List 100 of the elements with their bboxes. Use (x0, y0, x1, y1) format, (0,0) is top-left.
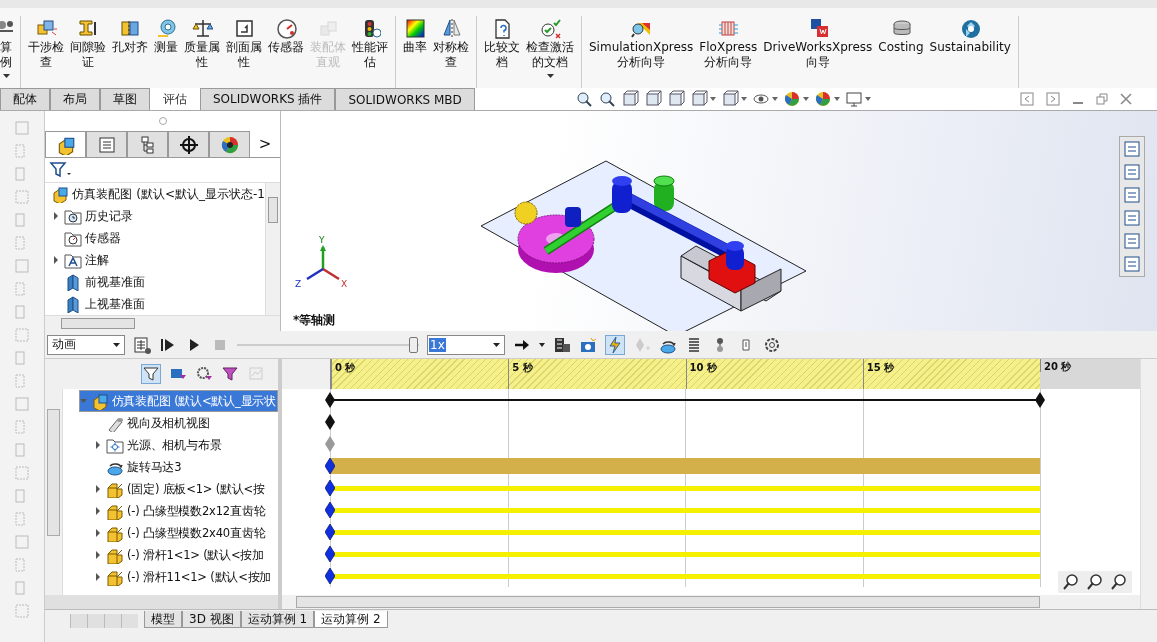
motion-tree-item[interactable]: (-) 滑杆1<1> (默认<按加 (63, 544, 278, 566)
folder-clock-icon (64, 207, 82, 225)
display-cube-icon[interactable] (720, 90, 739, 108)
calculator-icon[interactable] (133, 335, 151, 354)
close-icon[interactable] (1120, 93, 1132, 105)
keyframe-diamond[interactable] (325, 392, 335, 408)
ribbon-tab[interactable]: 草图 (100, 88, 150, 110)
keyframe-diamond[interactable] (325, 502, 335, 518)
horizontal-scrollbar[interactable] (45, 595, 278, 609)
monitor-icon[interactable] (844, 90, 863, 108)
part-icon (106, 568, 124, 586)
expand-arrow-icon[interactable] (52, 256, 60, 264)
assembly-icon (51, 185, 70, 203)
ribbon-button[interactable]: 测量 (151, 16, 181, 55)
motion-tree-item[interactable]: (-) 凸缘型模数2x12直齿轮 (63, 500, 278, 522)
expand-arrow-icon[interactable] (94, 441, 102, 449)
filter-icon[interactable] (221, 365, 239, 383)
more-tabs-arrow[interactable]: > (250, 131, 280, 157)
ribbon-button[interactable]: 质量属性 (181, 16, 223, 70)
tree-item[interactable]: 前视基准面 (45, 271, 265, 293)
motion-tree-item[interactable]: 仿真装配图 (默认<默认_显示状 (79, 390, 278, 412)
study-tab[interactable]: 模型 (144, 611, 182, 628)
ribbon-button[interactable]: Costing (875, 16, 927, 55)
keyframe-diamond[interactable] (325, 524, 335, 540)
ribbon-button[interactable]: 性能评估 (349, 16, 391, 70)
ribbon-tab[interactable]: 配体 (0, 88, 50, 110)
part-icon (106, 480, 124, 498)
ribbon-button[interactable]: 对称检查 (430, 16, 472, 70)
ribbon-button[interactable]: 算例 (0, 16, 20, 78)
ribbon-button[interactable]: SimulationXpress 分析向导 (586, 16, 697, 70)
motion-tree-item[interactable]: (-) 凸缘型模数2x40直齿轮 (63, 522, 278, 544)
ribbon-button[interactable]: 比较文档 (481, 16, 523, 70)
vertical-scrollbar[interactable] (45, 389, 63, 595)
ribbon-button[interactable]: FloXpress 分析向导 (696, 16, 761, 70)
keyframe-diamond[interactable] (1035, 392, 1045, 408)
ribbon-tab[interactable]: 布局 (50, 88, 100, 110)
lightning-icon[interactable] (605, 334, 625, 355)
study-tab[interactable]: 运动算例 2 (314, 611, 388, 628)
ribbon-tab[interactable]: SOLIDWORKS 插件 (200, 88, 336, 110)
mirror-shape-icon (440, 16, 462, 40)
hierarchy-icon[interactable] (127, 131, 168, 157)
part-icon (106, 546, 124, 564)
list-icon[interactable] (86, 131, 127, 157)
ribbon-button[interactable]: DriveWorksXpress 向导 (760, 16, 876, 70)
film-save-icon[interactable] (553, 335, 571, 354)
keyframe-diamond[interactable] (325, 546, 335, 562)
ribbon-button[interactable]: 剖面属性 (223, 16, 265, 70)
motion-tree-item[interactable]: 光源、相机与布景 (63, 434, 278, 456)
expand-arrow-icon[interactable] (52, 212, 60, 220)
scene-ball-icon[interactable] (813, 90, 832, 108)
list-icon[interactable] (1122, 254, 1142, 274)
tree-item[interactable]: 仿真装配图 (默认<默认_显示状态-1 (45, 183, 265, 205)
zoom-fit-icon[interactable] (1062, 573, 1080, 591)
ribbon-tab[interactable]: SOLIDWORKS MBD (335, 88, 475, 110)
expand-arrow-icon[interactable] (94, 507, 102, 515)
motion-tree-item[interactable]: 视向及相机视图 (63, 412, 278, 434)
ribbon-button[interactable]: 曲率 (400, 16, 430, 55)
zoom-out-icon[interactable] (1110, 573, 1128, 591)
tree-item[interactable]: 历史记录 (45, 205, 265, 227)
assembly-icon[interactable] (45, 131, 86, 157)
ribbon-button[interactable]: Sustainability (926, 16, 1014, 55)
tree-item[interactable]: 传感器 (45, 227, 265, 249)
ribbon-button[interactable]: 间隙验证 (67, 16, 109, 70)
expand-arrow-icon[interactable] (94, 551, 102, 559)
filter-icon[interactable] (141, 364, 161, 384)
study-tab[interactable]: 3D 视图 (182, 611, 241, 628)
folder-gauge-icon (64, 229, 82, 247)
ribbon-button[interactable]: 检查激活的文档 (523, 16, 577, 78)
ribbon-button[interactable]: 干涉检查 (25, 16, 67, 70)
tree-item[interactable]: 注解 (45, 249, 265, 271)
keyframe-diamond[interactable] (325, 458, 335, 474)
motion-tree-item[interactable]: 旋转马达3 (63, 456, 278, 478)
keyframe-diamond[interactable] (325, 480, 335, 496)
keyframe-diamond[interactable] (325, 414, 335, 430)
motion-tree-item[interactable]: (-) 滑杆11<1> (默认<按加 (63, 566, 278, 588)
study-type-dropdown[interactable]: 动画 (47, 334, 125, 355)
tree-item[interactable]: 上视基准面 (45, 293, 265, 315)
horizontal-scrollbar[interactable] (45, 315, 280, 331)
motion-tree-item[interactable]: (固定) 底板<1> (默认<按 (63, 478, 278, 500)
view-cube-icon[interactable] (689, 90, 708, 108)
caret-icon[interactable] (539, 342, 545, 347)
zoom-in-icon[interactable] (1086, 573, 1104, 591)
playback-slider[interactable] (237, 334, 419, 355)
crosshair-icon[interactable] (168, 131, 209, 157)
settings-icon[interactable] (763, 335, 781, 354)
caret-icon (493, 342, 500, 347)
expand-arrow-icon[interactable] (94, 573, 102, 581)
expand-arrow-icon[interactable] (94, 529, 102, 537)
speed-dropdown[interactable]: 1x (427, 334, 505, 355)
ribbon-button[interactable]: 孔对齐 (109, 16, 151, 55)
zoom-area-icon[interactable] (597, 90, 616, 108)
zoom-fit-icon[interactable] (574, 90, 593, 108)
ribbon-button[interactable]: 传感器 (265, 16, 307, 55)
camera-icon[interactable] (579, 335, 597, 354)
expand-arrow-icon[interactable] (94, 485, 102, 493)
keyframe-diamond[interactable] (325, 568, 335, 584)
vertical-scrollbar[interactable] (265, 183, 280, 315)
study-tab[interactable]: 运动算例 1 (240, 611, 315, 628)
axis-label: Y (319, 235, 325, 245)
folder-letter-icon (64, 251, 82, 269)
